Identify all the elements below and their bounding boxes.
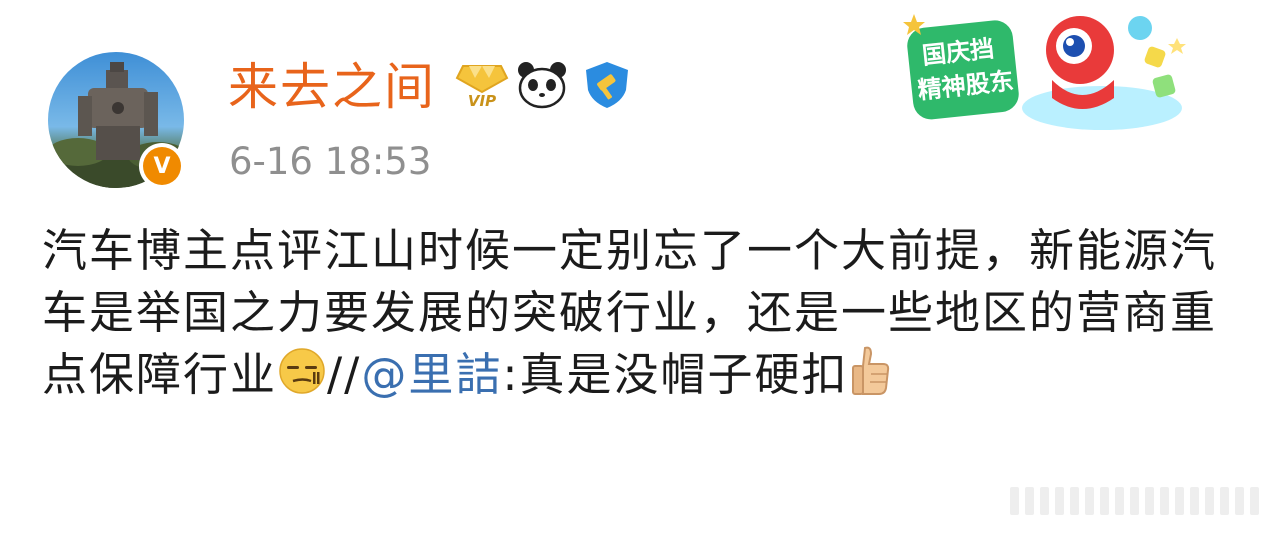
username[interactable]: 来去之间 xyxy=(228,56,436,118)
verified-v-icon: V xyxy=(143,147,181,185)
thumbs-up-emoji-icon xyxy=(851,346,889,395)
festival-badge[interactable]: 国庆挡 精神股东 xyxy=(902,10,1192,140)
vip-diamond-icon: VIP xyxy=(455,65,509,110)
watermark xyxy=(1010,487,1259,515)
panda-icon xyxy=(518,62,566,109)
quoted-text: :真是没帽子硬扣 xyxy=(502,348,849,401)
gavel-shield-icon xyxy=(586,62,628,108)
verified-badge: V xyxy=(139,143,185,189)
post-body: 汽车博主点评江山时候一定别忘了一个大前提，新能源汽车是举国之力要发展的突破行业，… xyxy=(42,220,1252,406)
repost-separator: // xyxy=(327,348,362,401)
mention-link[interactable]: @里詰 xyxy=(361,348,502,401)
svg-text:VIP: VIP xyxy=(468,92,496,110)
post-timestamp: 6-16 18:53 xyxy=(229,140,432,183)
smirk-emoji-icon xyxy=(279,348,325,394)
